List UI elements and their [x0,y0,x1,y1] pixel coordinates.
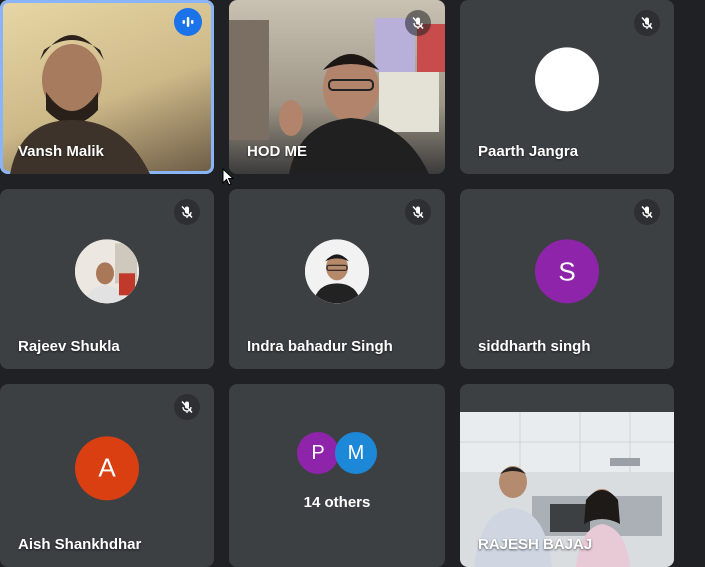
avatar [75,239,139,304]
muted-mic-icon [174,394,200,420]
speaking-indicator-icon [174,8,202,36]
muted-mic-icon [634,199,660,225]
participant-name: Vansh Malik [18,143,104,160]
avatar: S [535,239,599,304]
mouse-cursor-icon [222,168,234,186]
participant-name: RAJESH BAJAJ [478,536,593,553]
participant-tile-paarth-jangra[interactable]: Paarth Jangra [460,0,674,174]
avatar [305,239,369,304]
participant-tile-aish-shankhdhar[interactable]: A Aish Shankhdhar [0,384,214,567]
avatar-initial: M [347,441,365,464]
avatar-initial: A [98,452,116,483]
participant-tile-vansh-malik[interactable]: Vansh Malik [0,0,214,174]
participant-tile-others[interactable]: P M 14 others [229,384,445,567]
participant-tile-indra-bahadur-singh[interactable]: Indra bahadur Singh [229,189,445,369]
muted-mic-icon [405,199,431,225]
muted-mic-icon [174,199,200,225]
avatar-initial: S [558,255,576,286]
muted-mic-icon [634,10,660,36]
others-count-label: 14 others [303,494,371,511]
avatar: P [297,432,339,474]
others-avatars: P M [229,432,445,474]
participant-name: siddharth singh [478,338,591,355]
participant-name: Aish Shankhdhar [18,536,142,553]
participant-name: Paarth Jangra [478,143,579,160]
participant-tile-rajeev-shukla[interactable]: Rajeev Shukla [0,189,214,369]
participant-name: Indra bahadur Singh [247,338,393,355]
participant-name: Rajeev Shukla [18,338,120,355]
avatar: A [75,435,139,500]
participant-tile-hod-me[interactable]: HOD ME [229,0,445,174]
participant-tile-rajesh-bajaj[interactable]: RAJESH BAJAJ [460,384,674,567]
avatar-initial: P [311,441,325,464]
participant-tile-siddharth-singh[interactable]: S siddharth singh [460,189,674,369]
avatar: M [335,432,377,474]
muted-mic-icon [405,10,431,36]
avatar [535,47,599,112]
participant-name: HOD ME [247,143,307,160]
